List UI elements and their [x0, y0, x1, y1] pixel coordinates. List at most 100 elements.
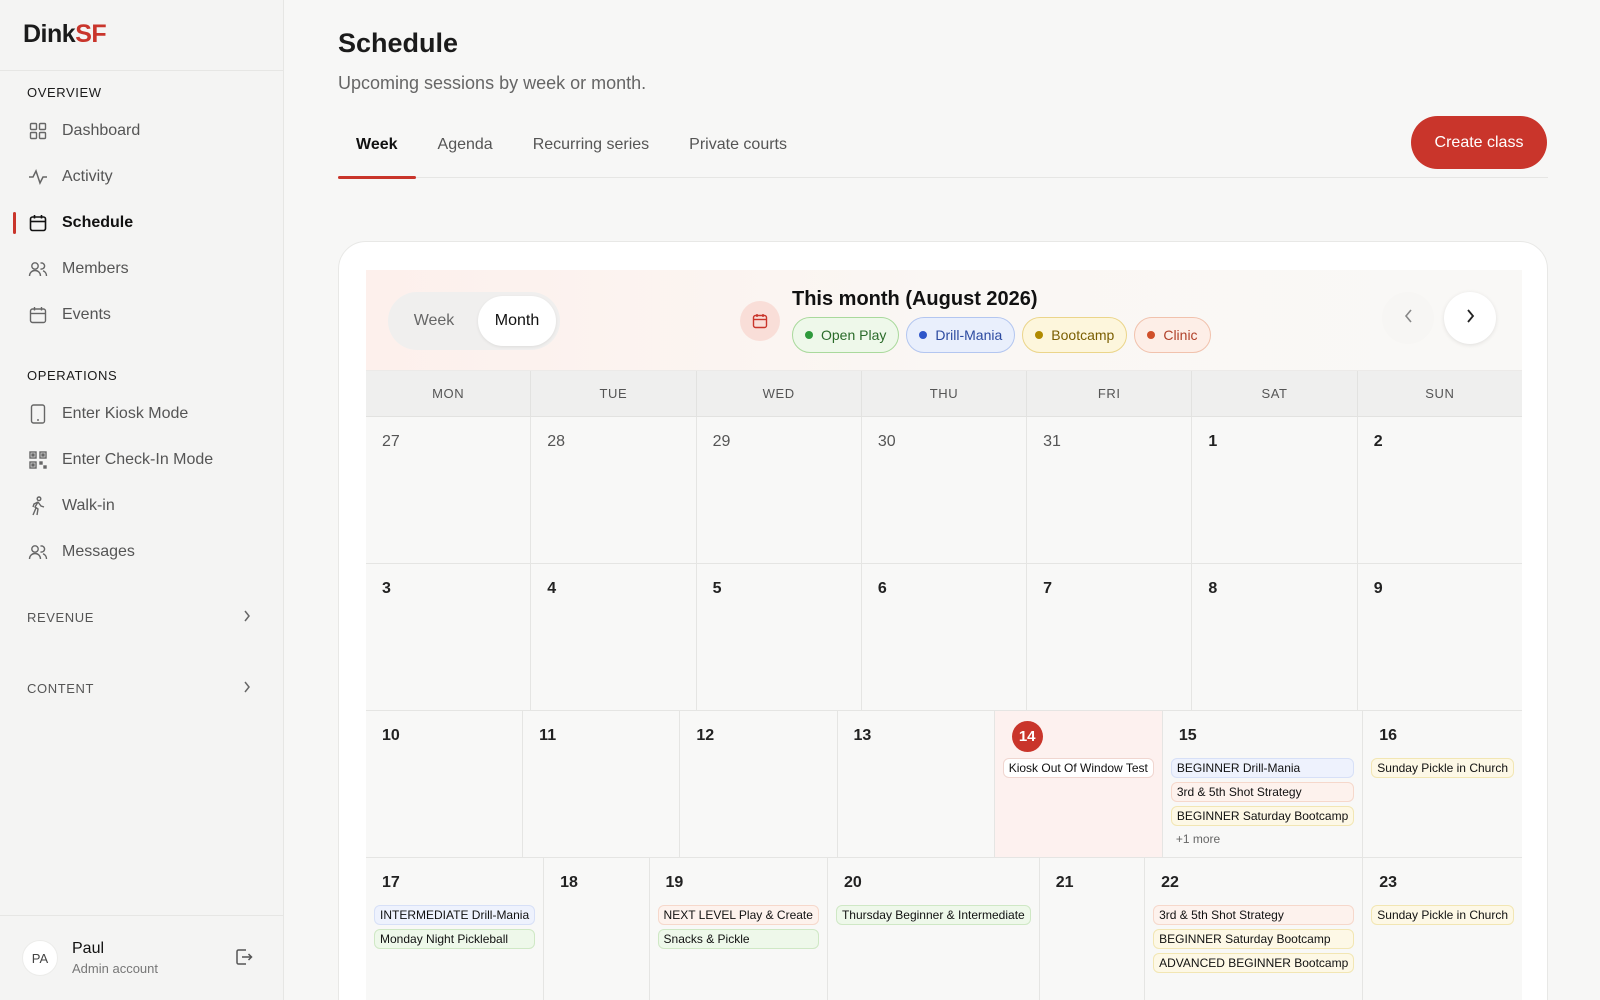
event-chip[interactable]: 3rd & 5th Shot Strategy: [1170, 782, 1355, 802]
day-number: 12: [696, 727, 715, 744]
logout-icon[interactable]: [235, 948, 253, 971]
page-subtitle: Upcoming sessions by week or month.: [338, 73, 647, 93]
legend-pill[interactable]: Bootcamp: [1022, 317, 1128, 353]
sidebar-item-label: Events: [62, 306, 111, 323]
create-class-button[interactable]: Create class: [1411, 116, 1547, 169]
event-chip[interactable]: Thursday Beginner & Intermediate: [835, 905, 1031, 925]
day-cell[interactable]: 12: [680, 711, 838, 857]
day-number: 3: [382, 580, 391, 597]
sidebar-item-schedule[interactable]: Schedule: [0, 200, 283, 246]
legend-pill[interactable]: Clinic: [1134, 317, 1211, 353]
day-cell[interactable]: 4: [531, 564, 697, 710]
legend-pill[interactable]: Drill-Mania: [906, 317, 1016, 353]
day-cell[interactable]: 9: [1357, 564, 1522, 710]
event-chip[interactable]: BEGINNER Saturday Bootcamp: [1153, 929, 1355, 949]
week-row: 3 4 5 6 7 8 9: [366, 564, 1522, 711]
today-marker: 14: [1003, 721, 1154, 752]
event-chip[interactable]: Sunday Pickle in Church: [1371, 758, 1514, 778]
day-cell[interactable]: 3: [366, 564, 532, 710]
previous-month-button[interactable]: [1382, 292, 1434, 344]
day-cell[interactable]: 13: [837, 711, 995, 857]
day-cell[interactable]: 5: [696, 564, 862, 710]
day-cell[interactable]: 17 INTERMEDIATE Drill-Mania Monday Night P…: [366, 858, 545, 1000]
event-chip[interactable]: Sunday Pickle in Church: [1371, 905, 1515, 925]
legend-pill[interactable]: Open Play: [792, 317, 900, 353]
day-cell[interactable]: 16 Sunday Pickle in Church: [1363, 711, 1522, 857]
day-number: 2: [1373, 433, 1383, 450]
avatar[interactable]: PA: [22, 940, 58, 976]
tab-recurring-series[interactable]: Recurring series: [515, 118, 667, 177]
day-events: Kiosk Out Of Window Test: [1002, 758, 1154, 778]
calendar-icon: [28, 305, 48, 325]
event-chip[interactable]: Kiosk Out Of Window Test: [1002, 758, 1154, 778]
day-cell[interactable]: 15 BEGINNER Drill-Mania 3rd & 5th Shot Str…: [1162, 711, 1364, 857]
day-cell[interactable]: 29: [696, 417, 862, 563]
event-chip[interactable]: BEGINNER Drill-Mania: [1170, 758, 1355, 778]
day-cell[interactable]: 31: [1027, 417, 1193, 563]
brand-name: Dink: [23, 20, 76, 48]
day-cell[interactable]: 23 Sunday Pickle in Church: [1363, 858, 1523, 1000]
day-number: 20: [843, 874, 862, 891]
event-chip[interactable]: Monday Night Pickleball: [374, 929, 536, 949]
day-cell[interactable]: 18: [544, 858, 650, 1000]
user-account: PA Paul Admin account: [0, 915, 283, 1000]
walking-icon: [28, 496, 48, 516]
sidebar-item-label: Members: [62, 260, 129, 277]
day-cell[interactable]: 2: [1357, 417, 1522, 563]
day-number: 19: [665, 874, 684, 891]
day-cell[interactable]: 11: [523, 711, 681, 857]
event-chip[interactable]: Snacks & Pickle: [657, 929, 819, 949]
week-month-toggle: Week Month: [388, 292, 560, 350]
day-cell[interactable]: 22 3rd & 5th Shot Strategy BEGINNER Saturd…: [1145, 858, 1364, 1000]
sidebar-item-label: Walk-in: [62, 497, 115, 514]
day-number: 1: [1208, 433, 1218, 450]
sidebar-group-revenue[interactable]: REVENUE: [0, 605, 283, 629]
brand-logo[interactable]: DinkSF: [0, 0, 283, 71]
day-cell[interactable]: 1: [1192, 417, 1358, 563]
day-cell[interactable]: 27: [366, 417, 532, 563]
toggle-week-button[interactable]: Week: [392, 296, 476, 346]
chevron-right-icon: [243, 681, 251, 696]
next-month-button[interactable]: [1444, 292, 1496, 344]
weekday-label: WED: [697, 371, 862, 416]
legend-dot: [919, 331, 928, 339]
sidebar-group-content[interactable]: CONTENT: [0, 676, 283, 700]
tab-agenda[interactable]: Agenda: [420, 118, 511, 177]
day-cell[interactable]: 6: [861, 564, 1028, 710]
day-cell[interactable]: 20 Thursday Beginner & Intermediate: [827, 858, 1040, 1000]
activity-icon: [28, 167, 48, 187]
tab-private-courts[interactable]: Private courts: [671, 118, 805, 177]
tab-week[interactable]: Week: [338, 118, 416, 179]
more-events-link[interactable]: +1 more: [1171, 832, 1354, 846]
sidebar-item-messages[interactable]: Messages: [0, 529, 283, 575]
sidebar-item-activity[interactable]: Activity: [0, 154, 283, 200]
day-cell[interactable]: 19 NEXT LEVEL Play & Create Snacks & Pickl…: [649, 858, 828, 1000]
day-cell[interactable]: 28: [531, 417, 697, 563]
sidebar-item-events[interactable]: Events: [0, 292, 283, 338]
day-events: Sunday Pickle in Church: [1371, 905, 1515, 925]
sidebar-item-kiosk[interactable]: Enter Kiosk Mode: [0, 391, 283, 437]
sidebar-item-dashboard[interactable]: Dashboard: [0, 108, 283, 154]
day-number: 7: [1043, 580, 1053, 597]
event-chip[interactable]: BEGINNER Saturday Bootcamp: [1170, 806, 1355, 826]
event-chip[interactable]: NEXT LEVEL Play & Create: [657, 905, 819, 925]
event-chip[interactable]: 3rd & 5th Shot Strategy: [1153, 905, 1355, 925]
toggle-month-button[interactable]: Month: [478, 296, 556, 346]
day-cell[interactable]: 30: [861, 417, 1028, 563]
day-cell[interactable]: 21: [1039, 858, 1146, 1000]
event-chip[interactable]: ADVANCED BEGINNER Bootcamp: [1153, 953, 1355, 973]
calendar-icon: [28, 213, 48, 233]
sidebar-item-members[interactable]: Members: [0, 246, 283, 292]
day-cell[interactable]: 8: [1192, 564, 1358, 710]
sidebar-item-check-in[interactable]: Enter Check-In Mode: [0, 437, 283, 483]
event-chip[interactable]: INTERMEDIATE Drill-Mania: [374, 905, 536, 925]
day-events: INTERMEDIATE Drill-Mania Monday Night Pic…: [374, 905, 536, 949]
calendar-header: Week Month This month (August 2026) Open…: [366, 270, 1522, 371]
day-cell[interactable]: 10: [366, 711, 524, 857]
day-cell[interactable]: 7: [1027, 564, 1193, 710]
day-cell[interactable]: 14 Kiosk Out Of Window Test: [994, 711, 1163, 857]
day-number: 5: [712, 580, 722, 597]
sidebar-item-walk-in[interactable]: Walk-in: [0, 483, 283, 529]
legend-label: Open Play: [821, 327, 887, 343]
calendar-icon: [740, 301, 780, 341]
